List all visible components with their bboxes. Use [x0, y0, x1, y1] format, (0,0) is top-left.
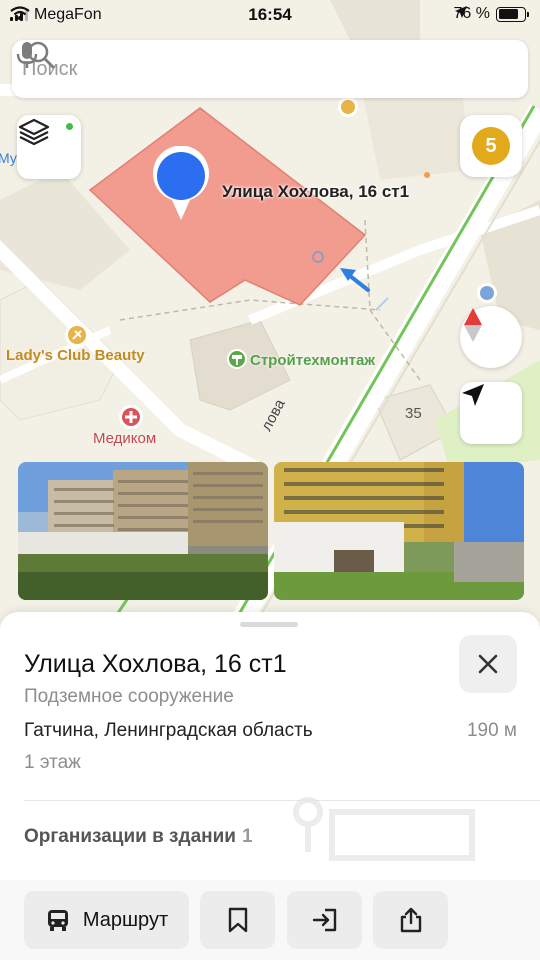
layers-indicator-dot — [64, 121, 75, 132]
bus-icon — [47, 910, 68, 931]
hardware-store-icon[interactable] — [226, 348, 248, 370]
poi-stroytehmontazh-label[interactable]: Стройтехмонтаж — [250, 352, 375, 369]
building-photo-2[interactable] — [274, 462, 524, 600]
building-photo-image — [18, 462, 268, 600]
route-button[interactable]: Маршрут — [24, 891, 189, 949]
status-right: 76 % — [454, 5, 529, 23]
location-pin-icon[interactable] — [150, 146, 212, 222]
watermark-logo — [293, 797, 475, 861]
status-bar: MegaFon 16:54 76 % — [0, 0, 540, 32]
search-bar[interactable] — [12, 40, 528, 98]
organizations-count: 1 — [241, 826, 253, 847]
beauty-salon-icon[interactable] — [64, 322, 90, 348]
bookmark-button[interactable] — [200, 891, 275, 949]
badge-count: 5 — [472, 127, 510, 165]
layers-button[interactable] — [17, 115, 81, 179]
place-city: Гатчина, Ленинградская область — [24, 720, 313, 741]
poi-ladys-club-label[interactable]: Lady's Club Beauty — [6, 347, 145, 364]
enter-building-button[interactable] — [287, 891, 362, 949]
battery-icon — [496, 6, 529, 22]
map-view[interactable]: MegaFon 16:54 76 % Поиск 5 Улица Хохлова… — [0, 0, 540, 640]
place-title: Улица Хохлова, 16 ст1 — [24, 650, 287, 678]
place-category: Подземное сооружение — [24, 686, 234, 707]
place-distance: 190 м — [466, 720, 517, 741]
compass-button[interactable] — [460, 306, 522, 368]
organizations-label: Организации в здании — [24, 826, 236, 847]
notifications-badge-button[interactable]: 5 — [460, 115, 522, 177]
action-toolbar: Маршрут — [0, 880, 540, 960]
poi-small-icon[interactable] — [337, 96, 359, 118]
map-address-label: Улица Хохлова, 16 ст1 — [222, 182, 410, 201]
location-arrow-icon — [454, 6, 467, 18]
poi-blue-icon[interactable] — [476, 282, 498, 304]
building-photo-1[interactable] — [18, 462, 268, 600]
medical-clinic-icon[interactable] — [118, 404, 144, 430]
route-button-label: Маршрут — [82, 908, 169, 931]
bookmark-icon — [228, 907, 247, 933]
organizations-row[interactable]: Организации в здании 1 — [24, 826, 253, 848]
building-photo-image — [274, 462, 524, 600]
map-edge-label: Му — [0, 150, 17, 166]
place-card-sheet[interactable]: Улица Хохлова, 16 ст1 Подземное сооружен… — [0, 612, 540, 960]
compass-icon — [464, 308, 482, 342]
close-icon — [478, 654, 498, 674]
section-divider — [24, 800, 540, 801]
search-input[interactable] — [22, 57, 528, 81]
battery-fill — [498, 9, 518, 19]
share-button[interactable] — [373, 891, 448, 949]
close-button[interactable] — [459, 635, 517, 693]
poi-medikom-label[interactable]: Медиком — [93, 430, 156, 447]
enter-icon — [312, 908, 336, 932]
share-icon — [400, 907, 421, 933]
layers-icon — [18, 118, 50, 146]
microphone-icon[interactable] — [12, 40, 42, 70]
my-location-button[interactable] — [460, 382, 522, 444]
house-number-label: 35 — [405, 405, 422, 422]
sheet-drag-handle[interactable] — [240, 622, 298, 627]
place-floors: 1 этаж — [24, 752, 81, 773]
navigation-arrow-icon — [462, 384, 484, 406]
